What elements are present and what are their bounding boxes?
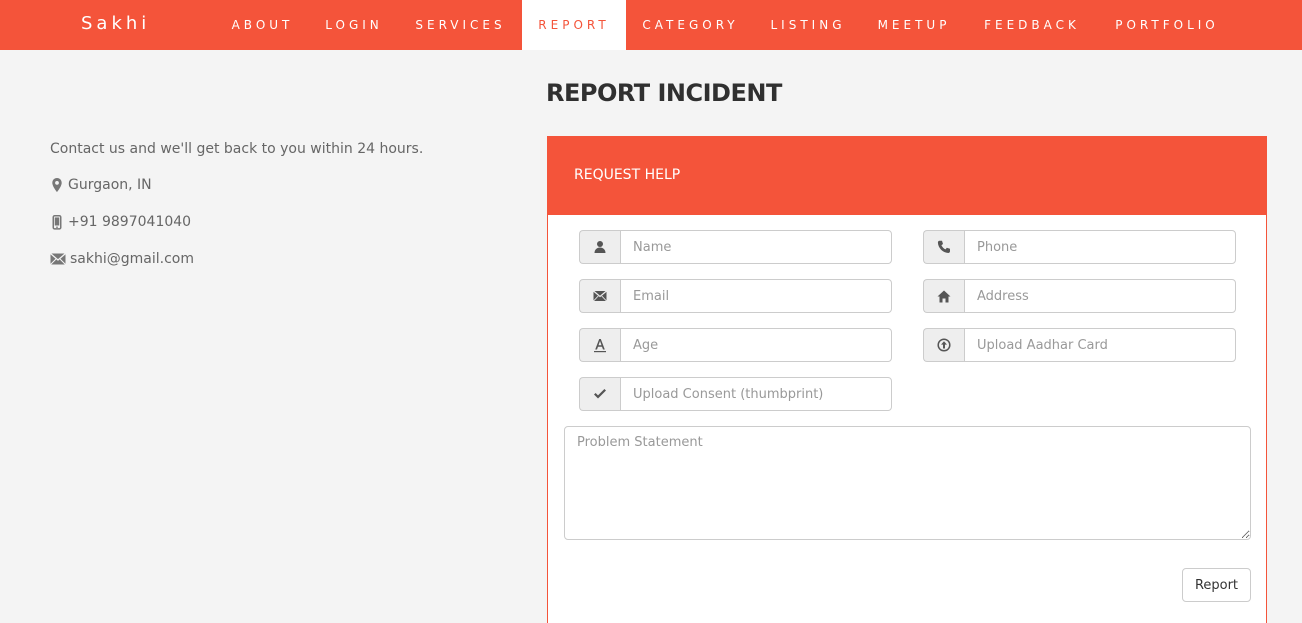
phone-field[interactable] [964, 230, 1236, 264]
map-marker-icon [52, 177, 62, 192]
name-field[interactable] [620, 230, 892, 264]
panel-title: REQUEST HELP [574, 167, 681, 183]
nav-item-portfolio[interactable]: PORTFOLIO [1097, 0, 1237, 50]
aadhar-input-group [923, 328, 1236, 362]
request-help-panel: REQUEST HELP Name Phone Email Address Ag… [547, 136, 1267, 623]
contact-lead-text: Contact us and we'll get back to you wit… [50, 141, 424, 157]
phone-input-group [923, 230, 1236, 264]
report-button[interactable]: Report [1182, 568, 1251, 602]
envelope-icon [579, 279, 620, 313]
contact-email: sakhi@gmail.com [50, 251, 194, 267]
navbar: Sakhi ABOUT LOGIN SERVICES REPORT CATEGO… [0, 0, 1302, 50]
nav-item-report[interactable]: REPORT [522, 0, 626, 50]
nav-item-listing[interactable]: LISTING [755, 0, 861, 50]
contact-location-text: Gurgaon, IN [68, 177, 152, 193]
user-icon [579, 230, 620, 264]
upload-circle-icon [923, 328, 964, 362]
brand-logo[interactable]: Sakhi [81, 13, 150, 34]
envelope-icon [50, 253, 66, 265]
email-field[interactable] [620, 279, 892, 313]
home-icon [923, 279, 964, 313]
consent-upload-field[interactable] [620, 377, 892, 411]
aadhar-upload-field[interactable] [964, 328, 1236, 362]
nav-item-about[interactable]: ABOUT [216, 0, 309, 50]
nav-item-services[interactable]: SERVICES [399, 0, 522, 50]
contact-phone-text: +91 9897041040 [68, 214, 192, 230]
nav-item-feedback[interactable]: FEEDBACK [967, 0, 1097, 50]
text-font-icon [579, 328, 620, 362]
address-field[interactable] [964, 279, 1236, 313]
nav-item-meetup[interactable]: MEETUP [861, 0, 967, 50]
email-input-group [579, 279, 892, 313]
address-input-group [923, 279, 1236, 313]
name-input-group [579, 230, 892, 264]
checkmark-icon [579, 377, 620, 411]
age-field[interactable] [620, 328, 892, 362]
age-input-group [579, 328, 892, 362]
mobile-phone-icon [52, 214, 62, 230]
contact-phone: +91 9897041040 [50, 214, 191, 230]
page-title: REPORT INCIDENT [546, 79, 782, 107]
problem-statement-textarea[interactable] [564, 426, 1251, 540]
contact-location: Gurgaon, IN [50, 177, 152, 193]
nav-item-login[interactable]: LOGIN [309, 0, 399, 50]
nav-item-category[interactable]: CATEGORY [626, 0, 755, 50]
consent-input-group [579, 377, 892, 411]
phone-icon [923, 230, 964, 264]
contact-email-text: sakhi@gmail.com [70, 251, 194, 267]
panel-heading: REQUEST HELP [548, 137, 1266, 215]
